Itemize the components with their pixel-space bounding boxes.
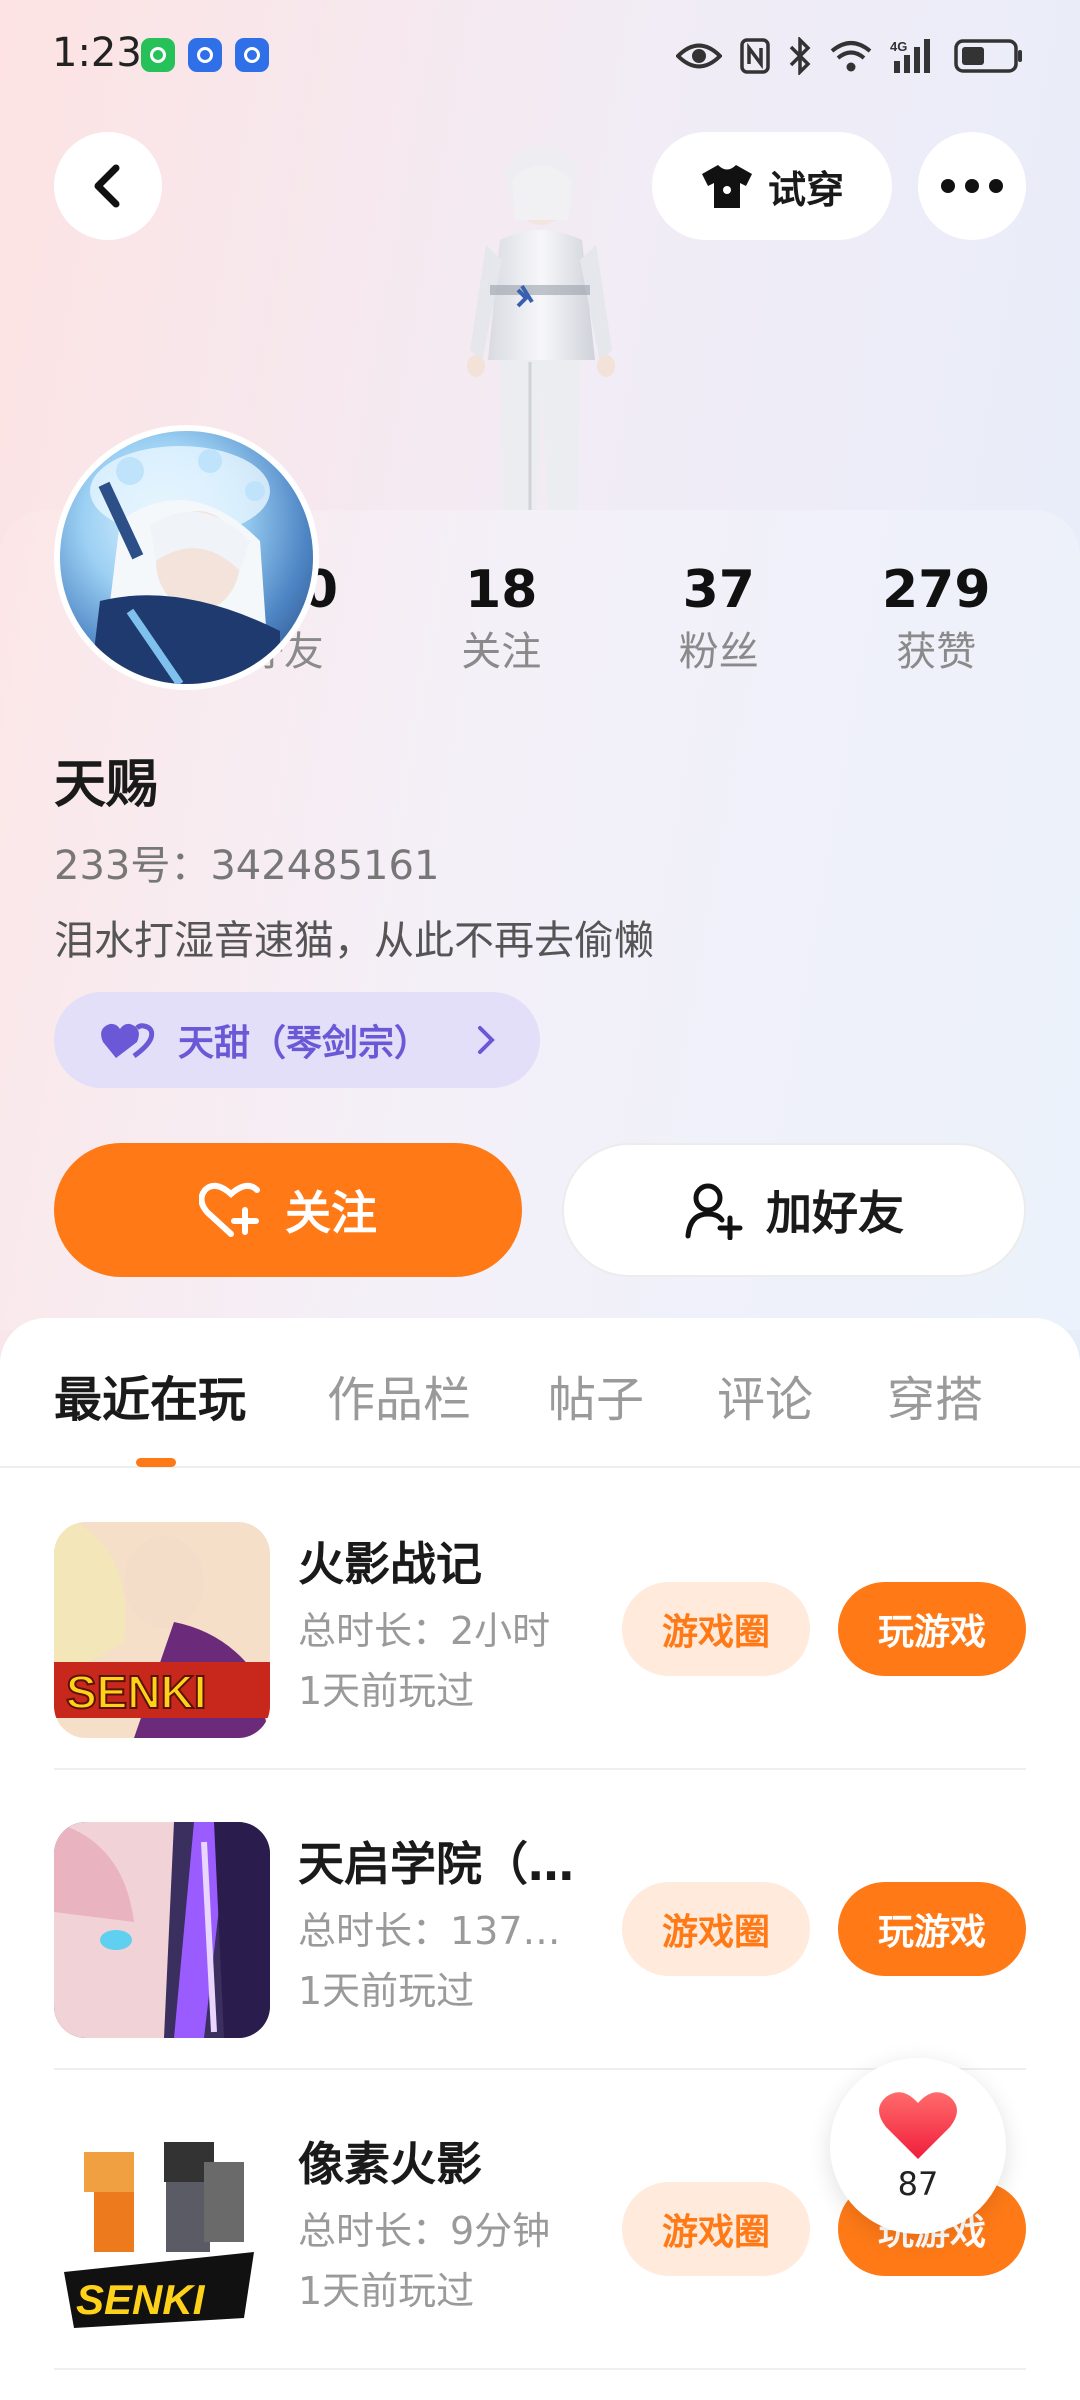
stat-label: 获赞 [896, 629, 977, 675]
wechat-notification-icon [141, 38, 175, 72]
divider [54, 2368, 1026, 2370]
play-game-button[interactable]: 玩游戏 [838, 1882, 1026, 1976]
wifi-icon [830, 41, 872, 72]
guild-tag[interactable]: 天甜（琴剑宗） [54, 992, 540, 1088]
try-on-button[interactable]: 试穿 [652, 132, 892, 240]
game-circle-button[interactable]: 游戏圈 [622, 2182, 810, 2276]
game-last-played: 1天前玩过 [298, 1669, 475, 1713]
like-button[interactable]: 87 [830, 2058, 1006, 2234]
back-button[interactable] [54, 132, 162, 240]
svg-text:SENKI: SENKI [66, 1666, 207, 1718]
like-count: 87 [897, 2165, 939, 2203]
heart-icon [879, 2092, 957, 2159]
username: 天赐 [54, 755, 159, 815]
tshirt-icon [701, 165, 752, 208]
double-heart-icon [101, 1023, 155, 1059]
status-time: 1:23 [52, 30, 142, 76]
game-icon[interactable]: SENKI [54, 1522, 270, 1738]
svg-text:4G: 4G [890, 39, 907, 54]
list-item[interactable]: 天启学院（… 总时长：137… 1天前玩过 游戏圈 玩游戏 [54, 1770, 1026, 2070]
nfc-icon [740, 38, 770, 74]
game-circle-button[interactable]: 游戏圈 [622, 1582, 810, 1676]
game-icon[interactable] [54, 1822, 270, 2038]
stat-following[interactable]: 18 关注 [393, 555, 611, 685]
tab-indicator [136, 1458, 176, 1467]
eye-icon [676, 43, 722, 69]
guild-tag-label: 天甜（琴剑宗） [178, 1023, 431, 1064]
chevron-left-icon [94, 164, 120, 208]
add-friend-label: 加好友 [766, 1186, 904, 1240]
stat-fans[interactable]: 37 粉丝 [610, 555, 828, 685]
more-horizontal-icon [941, 179, 1003, 193]
avatar[interactable] [54, 425, 319, 690]
game-duration: 总时长：2小时 [298, 1609, 551, 1653]
add-friend-button[interactable]: 加好友 [562, 1143, 1026, 1277]
tab-bar: 最近在玩 作品栏 帖子 评论 穿搭 [0, 1318, 1080, 1468]
game-duration: 总时长：9分钟 [298, 2209, 551, 2253]
user-id: 233号：342485161 [54, 843, 440, 889]
stat-label: 粉丝 [678, 629, 759, 675]
list-item[interactable]: SENKI 火影战记 总时长：2小时 1天前玩过 游戏圈 玩游戏 [54, 1470, 1026, 1770]
stat-value: 18 [465, 560, 538, 620]
battery-icon [954, 39, 1022, 73]
game-duration: 总时长：137… [298, 1909, 561, 1953]
play-game-button[interactable]: 玩游戏 [838, 1582, 1026, 1676]
stat-value: 37 [682, 560, 755, 620]
tab-works[interactable]: 作品栏 [327, 1360, 471, 1430]
game-last-played: 1天前玩过 [298, 2269, 475, 2313]
bluetooth-icon [789, 37, 811, 75]
app-notification-icon [235, 38, 269, 72]
stat-value: 279 [881, 560, 991, 620]
try-on-label: 试穿 [767, 167, 844, 212]
game-name: 火影战记 [298, 1537, 482, 1591]
avatar-3d-figure[interactable] [420, 130, 660, 510]
app-notification-icon [188, 38, 222, 72]
status-bar: 1:23 4G [0, 0, 1080, 110]
heart-plus-icon [199, 1182, 260, 1237]
signature: 泪水打湿音速猫，从此不再去偷懒 [54, 918, 654, 964]
stat-label: 关注 [461, 629, 542, 675]
game-circle-button[interactable]: 游戏圈 [622, 1882, 810, 1976]
follow-label: 关注 [285, 1186, 377, 1240]
tab-comments[interactable]: 评论 [717, 1360, 813, 1430]
tab-outfits[interactable]: 穿搭 [887, 1360, 983, 1430]
content-sheet: 最近在玩 作品栏 帖子 评论 穿搭 SENKI 火影战记 总时长：2小时 1天前… [0, 1318, 1080, 2400]
follow-button[interactable]: 关注 [54, 1143, 522, 1277]
person-add-icon [685, 1183, 743, 1240]
game-name: 像素火影 [298, 2137, 482, 2191]
chevron-right-icon [478, 1026, 495, 1054]
game-icon[interactable]: SENKI [54, 2122, 270, 2338]
game-name: 天启学院（… [298, 1837, 574, 1891]
tab-recently-played[interactable]: 最近在玩 [54, 1360, 246, 1430]
svg-text:SENKI: SENKI [76, 2276, 206, 2323]
signal-4g-icon: 4G [890, 39, 930, 73]
more-options-button[interactable] [918, 132, 1026, 240]
game-last-played: 1天前玩过 [298, 1969, 475, 2013]
tab-posts[interactable]: 帖子 [548, 1360, 644, 1430]
stat-likes[interactable]: 279 获赞 [828, 555, 1046, 685]
system-icons: 4G [676, 32, 1024, 80]
